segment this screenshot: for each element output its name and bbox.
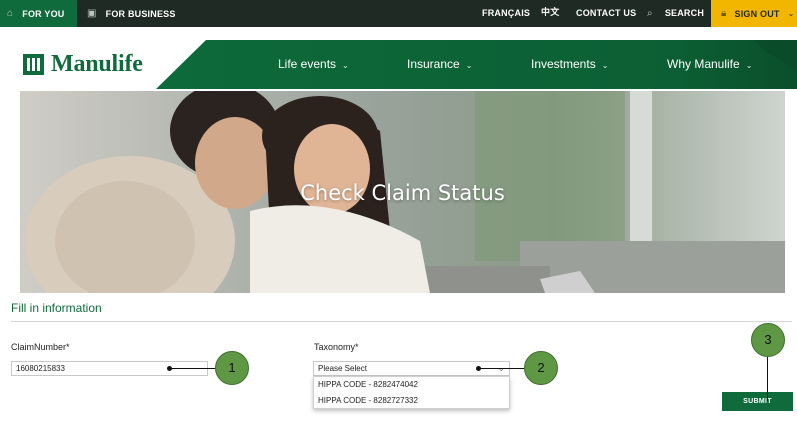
for-business-label: FOR BUSINESS <box>105 8 176 19</box>
for-business-tab[interactable]: ▣ FOR BUSINESS <box>77 0 177 27</box>
brand-name: Manulife <box>51 51 143 77</box>
taxonomy-option[interactable]: HIPPA CODE - 8282474042 <box>314 377 509 393</box>
search-icon: ⌕ <box>647 8 653 19</box>
home-icon: ⌂ <box>7 8 14 19</box>
nav-label: Insurance <box>407 57 460 71</box>
taxonomy-option[interactable]: HIPPA CODE - 8282727332 <box>314 393 509 409</box>
taxonomy-selected-value: Please Select <box>318 364 367 373</box>
callout-3: 3 <box>751 323 785 357</box>
claim-number-label: ClaimNumber* <box>11 342 70 352</box>
submit-button[interactable]: SUBMIT <box>722 392 793 411</box>
chevron-down-icon: ⌄ <box>465 61 473 70</box>
logo-mark-icon <box>23 54 44 75</box>
hero-title: Check Claim Status <box>300 181 505 205</box>
callout-1-leader <box>170 368 216 369</box>
nav-life-events[interactable]: Life events ⌄ <box>278 57 349 71</box>
nav-insurance[interactable]: Insurance ⌄ <box>407 57 472 71</box>
hero-banner: Check Claim Status <box>20 91 785 293</box>
nav-label: Investments <box>531 57 596 71</box>
search-link[interactable]: ⌕ SEARCH <box>647 0 704 27</box>
sign-out-button[interactable]: 🔒︎ SIGN OUT ⌄ <box>711 0 797 27</box>
chevron-down-icon: ⌄ <box>787 9 795 18</box>
callout-1: 1 <box>215 351 249 385</box>
section-divider <box>11 321 792 322</box>
francais-link[interactable]: FRANÇAIS <box>482 0 530 27</box>
taxonomy-dropdown: HIPPA CODE - 8282474042 HIPPA CODE - 828… <box>313 376 510 409</box>
nav-investments[interactable]: Investments ⌄ <box>531 57 608 71</box>
nav-label: Life events <box>278 57 337 71</box>
callout-2-leader <box>479 368 525 369</box>
taxonomy-label: Taxonomy* <box>314 342 359 352</box>
lock-icon: 🔒︎ <box>721 8 727 19</box>
chevron-down-icon: ⌄ <box>601 61 609 70</box>
page: ⌂ FOR YOU ▣ FOR BUSINESS FRANÇAIS 中文 CON… <box>0 0 797 422</box>
section-title: Fill in information <box>11 301 102 315</box>
chinese-link[interactable]: 中文 <box>541 0 559 27</box>
chevron-down-icon: ⌄ <box>745 61 753 70</box>
for-you-label: FOR YOU <box>22 8 65 19</box>
chevron-down-icon: ⌄ <box>342 61 349 70</box>
for-you-tab[interactable]: ⌂ FOR YOU <box>0 0 77 27</box>
utility-bar: ⌂ FOR YOU ▣ FOR BUSINESS FRANÇAIS 中文 CON… <box>0 0 797 27</box>
search-label: SEARCH <box>664 8 705 18</box>
callout-2: 2 <box>524 351 558 385</box>
nav-label: Why Manulife <box>667 57 740 71</box>
manulife-logo[interactable]: Manulife <box>23 51 143 78</box>
briefcase-icon: ▣ <box>87 8 97 19</box>
sign-out-label: SIGN OUT <box>734 8 780 19</box>
contact-us-link[interactable]: CONTACT US <box>576 0 636 27</box>
nav-why-manulife[interactable]: Why Manulife ⌄ <box>667 57 752 71</box>
callout-3-leader <box>767 357 768 401</box>
